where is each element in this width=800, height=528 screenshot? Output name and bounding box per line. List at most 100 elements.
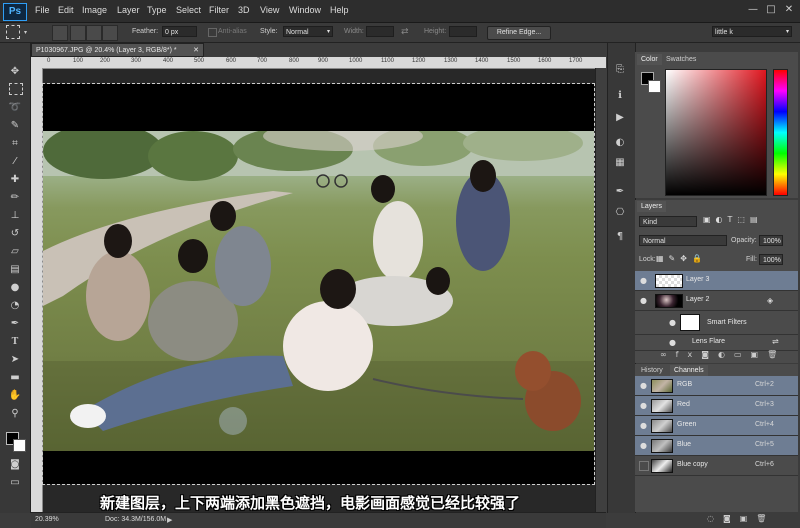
subtract-selection-icon[interactable] xyxy=(86,25,102,41)
height-input[interactable] xyxy=(449,26,477,37)
tab-channels[interactable]: Channels xyxy=(670,365,708,376)
eye-icon[interactable]: ● xyxy=(668,338,677,347)
feather-input[interactable]: 0 px xyxy=(162,26,197,37)
blend-mode-select[interactable]: Normal xyxy=(639,235,727,246)
layer-name[interactable]: Layer 2 xyxy=(686,296,709,303)
paragraph-icon[interactable]: ¶ xyxy=(613,230,627,244)
visibility-toggle[interactable] xyxy=(639,461,649,471)
channel-footer-icons[interactable]: ◌◙▣🗑 xyxy=(707,514,775,523)
minimize-button[interactable]: — xyxy=(747,4,759,16)
eraser-tool-icon[interactable]: ▱ xyxy=(7,245,23,259)
eye-icon[interactable]: ● xyxy=(639,401,648,410)
tab-layers[interactable]: Layers xyxy=(637,201,667,212)
tab-swatches[interactable]: Swatches xyxy=(662,54,700,65)
menu-edit[interactable]: Edit xyxy=(58,5,74,15)
history-brush-tool-icon[interactable]: ↺ xyxy=(7,227,23,241)
menu-select[interactable]: Select xyxy=(176,5,201,15)
antialias-checkbox[interactable] xyxy=(208,28,217,37)
layer-name[interactable]: Layer 3 xyxy=(686,276,709,283)
history-icon[interactable]: ⎘ xyxy=(613,63,627,77)
hand-tool-icon[interactable]: ✋ xyxy=(7,389,23,403)
screen-mode-icon[interactable]: ▭ xyxy=(7,476,23,490)
menu-filter[interactable]: Filter xyxy=(209,5,229,15)
new-selection-icon[interactable] xyxy=(52,25,68,41)
tool-preset-dropdown-icon[interactable]: ▾ xyxy=(24,29,27,36)
background-color-swatch[interactable] xyxy=(13,439,26,452)
menu-3d[interactable]: 3D xyxy=(238,5,250,15)
shape-tool-icon[interactable]: ▬ xyxy=(7,371,23,385)
eye-icon[interactable]: ● xyxy=(639,296,648,305)
lock-icons[interactable]: ▦✎✥🔒 xyxy=(656,254,707,263)
marquee-tool-icon[interactable] xyxy=(9,83,23,95)
layer-footer-icons[interactable]: ∞fx◙◐▭▣🗑 xyxy=(660,350,786,359)
pen-tool-icon[interactable]: ✒ xyxy=(7,317,23,331)
close-button[interactable]: ✕ xyxy=(783,4,795,16)
intersect-selection-icon[interactable] xyxy=(102,25,118,41)
styles-icon[interactable]: ▦ xyxy=(613,156,627,170)
filter-options-icon[interactable]: ⇌ xyxy=(772,337,779,346)
actions-icon[interactable]: ▶ xyxy=(613,111,627,125)
move-tool-icon[interactable]: ✥ xyxy=(7,65,23,79)
restore-button[interactable]: □ xyxy=(765,4,777,16)
zoom-level[interactable]: 20.39% xyxy=(35,516,59,523)
gradient-tool-icon[interactable]: ▤ xyxy=(7,263,23,277)
hue-slider[interactable] xyxy=(773,69,788,196)
zoom-tool-icon[interactable]: ⚲ xyxy=(7,407,23,421)
eye-icon[interactable]: ● xyxy=(668,318,677,327)
healing-brush-tool-icon[interactable]: ✚ xyxy=(7,173,23,187)
smart-filters-row[interactable]: ● Smart Filters xyxy=(635,311,798,335)
channel-row[interactable]: ● RGB Ctrl+2 xyxy=(635,376,798,396)
blur-tool-icon[interactable]: ● xyxy=(7,281,23,295)
type-tool-icon[interactable]: T xyxy=(7,335,23,349)
path-selection-tool-icon[interactable]: ➤ xyxy=(7,353,23,367)
color-background-swatch[interactable] xyxy=(648,80,661,93)
refine-edge-button[interactable]: Refine Edge... xyxy=(487,26,551,40)
layer-filter-icons[interactable]: ▣◐T⬚▤ xyxy=(703,215,763,224)
layer-kind-filter[interactable]: Kind xyxy=(639,216,697,227)
filter-row[interactable]: ● Lens Flare ⇌ xyxy=(635,335,798,351)
layer-row[interactable]: ● Layer 2 ◈ xyxy=(635,291,798,311)
document-tab[interactable]: P1030967.JPG @ 20.4% (Layer 3, RGB/8*) *… xyxy=(31,43,204,57)
crop-tool-icon[interactable]: ⌗ xyxy=(7,137,23,151)
eye-icon[interactable]: ● xyxy=(639,421,648,430)
clone-source-icon[interactable]: ⎔ xyxy=(613,206,627,220)
menu-window[interactable]: Window xyxy=(289,5,321,15)
channel-row[interactable]: ● Blue Ctrl+5 xyxy=(635,436,798,456)
tab-color[interactable]: Color xyxy=(637,54,662,65)
channel-row[interactable]: ● Green Ctrl+4 xyxy=(635,416,798,436)
smart-filters-label[interactable]: Smart Filters xyxy=(707,319,747,326)
eye-icon[interactable]: ● xyxy=(639,276,648,285)
status-menu-arrow-icon[interactable]: ▶ xyxy=(167,516,172,524)
rectangular-marquee-icon[interactable] xyxy=(6,25,20,39)
width-input[interactable] xyxy=(366,26,394,37)
workspace-select[interactable]: little k ▾ xyxy=(712,26,792,37)
channel-row[interactable]: ● Red Ctrl+3 xyxy=(635,396,798,416)
dodge-tool-icon[interactable]: ◔ xyxy=(7,299,23,313)
menu-view[interactable]: View xyxy=(260,5,279,15)
menu-image[interactable]: Image xyxy=(82,5,107,15)
close-tab-icon[interactable]: ✕ xyxy=(193,44,199,58)
add-selection-icon[interactable] xyxy=(70,25,86,41)
channel-row[interactable]: Blue copy Ctrl+6 xyxy=(635,456,798,476)
lasso-tool-icon[interactable]: ➰ xyxy=(7,101,23,115)
quick-selection-tool-icon[interactable]: ✎ xyxy=(7,119,23,133)
style-select[interactable]: Normal ▾ xyxy=(283,26,333,37)
brush-preset-icon[interactable]: ✒ xyxy=(613,185,627,199)
menu-file[interactable]: File xyxy=(35,5,50,15)
opacity-input[interactable]: 100% xyxy=(759,235,783,246)
eyedropper-tool-icon[interactable]: ⁄ xyxy=(7,155,23,169)
brush-tool-icon[interactable]: ✏ xyxy=(7,191,23,205)
menu-layer[interactable]: Layer xyxy=(117,5,140,15)
layer-row[interactable]: ● Layer 3 xyxy=(635,271,798,291)
clone-stamp-tool-icon[interactable]: ⊥ xyxy=(7,209,23,223)
adjustments-icon[interactable]: ◐ xyxy=(613,136,627,150)
filter-name[interactable]: Lens Flare xyxy=(692,338,725,345)
color-picker-field[interactable] xyxy=(665,69,767,196)
quick-mask-icon[interactable]: ◙ xyxy=(7,458,23,472)
menu-type[interactable]: Type xyxy=(147,5,167,15)
swap-dimensions-icon[interactable]: ⇄ xyxy=(401,27,409,37)
info-icon[interactable]: ℹ xyxy=(613,89,627,103)
menu-help[interactable]: Help xyxy=(330,5,349,15)
tab-history[interactable]: History xyxy=(637,365,667,376)
fill-input[interactable]: 100% xyxy=(759,254,783,265)
